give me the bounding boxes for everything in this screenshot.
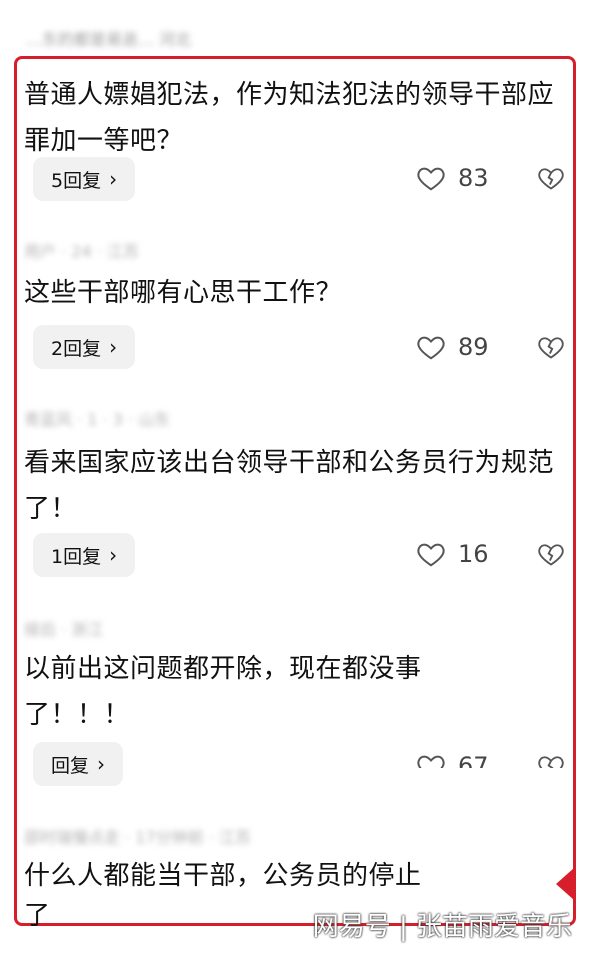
like-button[interactable]: 89 [416, 327, 489, 367]
broken-heart-icon [537, 164, 565, 192]
heart-icon [416, 163, 446, 193]
reply-label: 2回复 [51, 337, 102, 360]
reply-button[interactable]: 1回复 › [33, 533, 136, 577]
reply-button[interactable]: 回复 › [33, 742, 124, 786]
watermark: 网易号 | 张苗雨爱音乐 [312, 912, 572, 942]
dislike-button[interactable] [537, 327, 565, 367]
reply-label: 5回复 [51, 169, 102, 192]
comment-text: 普通人嫖娼犯法，作为知法犯法的领导干部应罪加一等吧？ [24, 80, 555, 156]
like-count: 16 [458, 540, 489, 568]
broken-heart-icon [537, 333, 565, 361]
dislike-button[interactable] [537, 158, 565, 198]
broken-heart-icon [537, 752, 565, 768]
heart-icon [416, 751, 446, 768]
clipped-actions: 67 [410, 746, 580, 768]
dislike-button[interactable] [537, 746, 565, 768]
username-meta-top: …东的都是易逝… 河北 [26, 30, 192, 49]
like-button[interactable]: 83 [416, 158, 489, 198]
reply-button[interactable]: 5回复 › [33, 157, 136, 201]
chevron-right-icon: › [109, 543, 118, 567]
like-count: 83 [458, 164, 489, 192]
broken-heart-icon [537, 540, 565, 568]
like-button[interactable]: 67 [416, 746, 489, 768]
dislike-button[interactable] [537, 534, 565, 574]
chevron-right-icon: › [97, 752, 106, 776]
comment-text: 看来国家应该出台领导干部和公务员行为规范了！ [24, 448, 555, 524]
comment-text: 这些干部哪有心思干工作？ [24, 278, 343, 308]
chevron-right-icon: › [109, 167, 118, 191]
reply-label: 1回复 [51, 545, 102, 568]
chevron-right-icon: › [109, 335, 118, 359]
red-pointer-arrow [556, 868, 574, 900]
heart-icon [416, 539, 446, 569]
like-button[interactable]: 16 [416, 534, 489, 574]
comment-meta: 用户 · 24 · 江苏 [24, 242, 139, 261]
comment-text: 以前出这问题都开除，现在都没事了！！！ [24, 654, 422, 730]
reply-label: 回复 [51, 754, 90, 777]
heart-icon [416, 332, 446, 362]
comment-meta: 青蓝风 · 1 · 3 · 山东 [24, 410, 171, 429]
comment-meta: 接后 · 浙江 [24, 620, 104, 639]
reply-button[interactable]: 2回复 › [33, 325, 136, 369]
comment-meta: 邵时瑞慢点走 · 17分钟前 · 江苏 [24, 828, 251, 847]
like-count: 89 [458, 333, 489, 361]
like-count: 67 [458, 752, 489, 768]
